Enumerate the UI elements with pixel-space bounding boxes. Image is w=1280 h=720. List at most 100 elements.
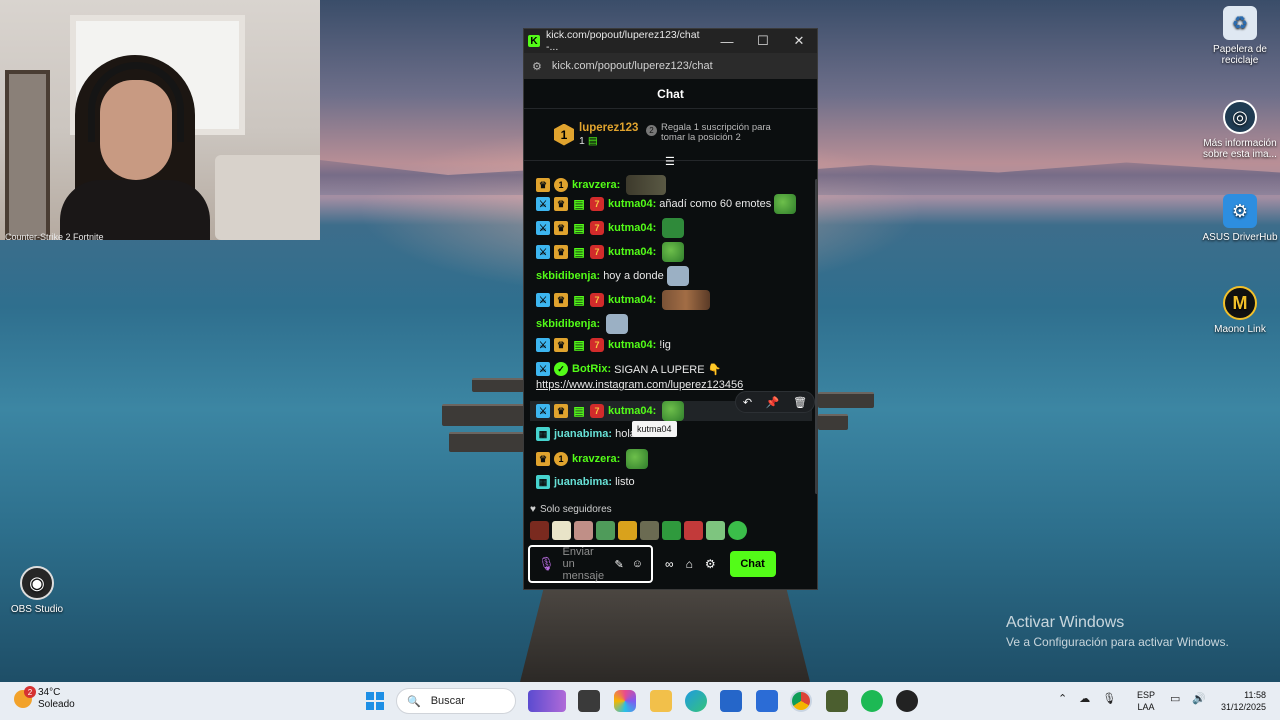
chat-username[interactable]: skbidibenja:	[536, 318, 600, 330]
crown-icon: ♛	[554, 197, 568, 211]
chat-username[interactable]: kutma04:	[608, 198, 656, 210]
task-view-icon[interactable]	[578, 690, 600, 712]
desktop-icon-obs-studio[interactable]: ◉ OBS Studio	[0, 566, 77, 615]
chevron-up-icon[interactable]: ⌃	[1058, 692, 1067, 705]
microphone-icon[interactable]: 🎙	[538, 556, 555, 572]
subscriber-icon: ▤	[573, 404, 585, 418]
cloud-icon[interactable]: ☁	[1079, 692, 1090, 705]
outlook-icon[interactable]	[756, 690, 778, 712]
chat-text: hoy a donde	[603, 270, 664, 282]
site-settings-icon[interactable]: ⚙	[532, 60, 542, 73]
chat-message: ⚔ ♛ ▤ 7 kutma04:	[536, 290, 711, 310]
emote-button[interactable]	[574, 521, 593, 540]
chat-username[interactable]: kravzera:	[572, 179, 620, 191]
sub-icon: ▤	[587, 135, 598, 147]
chat-link[interactable]: https://www.instagram.com/luperez123456	[536, 379, 743, 391]
subscriber-icon: ▤	[573, 221, 585, 235]
store-app-icon[interactable]	[720, 690, 742, 712]
emote-button[interactable]	[596, 521, 615, 540]
chat-username[interactable]: juanabima:	[554, 476, 612, 488]
file-explorer-icon[interactable]	[650, 690, 672, 712]
desktop-icon-mas-informacion[interactable]: ◎ Más información sobre esta ima...	[1200, 100, 1280, 160]
og-badge-icon: 7	[590, 197, 604, 211]
system-tray-right: ▭ 🔊	[1170, 692, 1206, 705]
chat-username[interactable]: kutma04:	[608, 246, 656, 258]
chat-username[interactable]: kutma04:	[608, 222, 656, 234]
chat-header: Chat	[524, 79, 817, 109]
webcam-bed	[215, 155, 320, 240]
delete-icon[interactable]: 🗑	[793, 396, 807, 409]
moderator-sword-icon: ⚔	[536, 404, 550, 418]
moderator-sword-icon: ⚔	[536, 293, 550, 307]
sun-icon: 2	[14, 686, 36, 708]
emote-button[interactable]	[706, 521, 725, 540]
chat-username[interactable]: BotRix:	[572, 363, 611, 375]
desktop-icon-label: Maono Link	[1214, 324, 1266, 335]
start-button[interactable]	[366, 692, 384, 710]
widgets-icon[interactable]	[528, 690, 566, 712]
language-indicator[interactable]: ESP LAA	[1137, 689, 1155, 713]
emoji-icon[interactable]: ☺	[632, 558, 643, 570]
emote-button[interactable]	[662, 521, 681, 540]
window-titlebar: K kick.com/popout/luperez123/chat -... —…	[524, 29, 817, 53]
desktop-icon-asus-driverhub[interactable]: ⚙ ASUS DriverHub	[1200, 194, 1280, 243]
system-clock[interactable]: 11:58 31/12/2025	[1212, 689, 1266, 713]
notification-badge: 2	[24, 686, 36, 698]
network-icon[interactable]: ▭	[1170, 692, 1180, 705]
chat-username[interactable]: kravzera:	[572, 453, 620, 465]
address-bar[interactable]: ⚙ kick.com/popout/luperez123/chat	[524, 53, 817, 79]
weather-widget[interactable]: 2 34°C Soleado	[14, 686, 75, 711]
close-icon[interactable]: ✕	[781, 33, 817, 49]
emote-button[interactable]	[618, 521, 637, 540]
microphone-tray-icon[interactable]: 🎙	[1102, 692, 1116, 705]
expand-leaderboard-icon[interactable]: ☰	[665, 155, 675, 168]
extensions-icon[interactable]: ∞	[665, 557, 674, 571]
settings-gear-icon[interactable]: ⚙	[705, 557, 716, 571]
crown-icon: ♛	[554, 221, 568, 235]
copilot-icon[interactable]	[614, 690, 636, 712]
chat-message: ♛ 1 kravzera:	[536, 449, 649, 469]
emote-button[interactable]	[640, 521, 659, 540]
pier-plank	[818, 414, 848, 430]
volume-icon[interactable]: 🔊	[1192, 692, 1206, 705]
chrome-icon[interactable]	[790, 690, 812, 712]
chat-username[interactable]: skbidibenja:	[536, 270, 600, 282]
emote-button[interactable]	[728, 521, 747, 540]
store-icon[interactable]: ⌂	[686, 557, 693, 571]
chat-username[interactable]: kutma04:	[608, 405, 656, 417]
top-gifter-name[interactable]: luperez123	[579, 122, 638, 135]
edge-icon[interactable]	[685, 690, 707, 712]
chat-message-input[interactable]: 🎙 Enviar un mensaje ✎ ☺	[528, 545, 653, 583]
founder-badge-icon: ▦	[536, 427, 550, 441]
send-chat-button[interactable]: Chat	[729, 551, 776, 577]
taskbar-search[interactable]: 🔍 Buscar	[396, 688, 516, 714]
emote-button[interactable]	[530, 521, 549, 540]
minimize-icon[interactable]: —	[709, 34, 745, 49]
chat-username[interactable]: kutma04:	[608, 294, 656, 306]
webcam-overlay-text: Counter-Strike 2 Fortnite	[5, 232, 104, 242]
reply-icon[interactable]: ↶	[743, 396, 752, 409]
emote-button[interactable]	[552, 521, 571, 540]
chat-text: !ig	[659, 339, 671, 351]
maximize-icon[interactable]: ☐	[745, 33, 781, 49]
og-badge-icon: 7	[590, 338, 604, 352]
app-with-notification-icon[interactable]	[896, 690, 918, 712]
pin-icon[interactable]: 📌	[766, 396, 780, 409]
translate-icon[interactable]: ✎	[615, 558, 624, 571]
game-app-icon[interactable]	[826, 690, 848, 712]
desktop-icon-recycle-bin[interactable]: ♻ Papelera de reciclaje	[1200, 6, 1280, 66]
gift-subscription-prompt[interactable]: 2 Regala 1 suscripción para tomar la pos…	[646, 123, 796, 143]
emote-button[interactable]	[684, 521, 703, 540]
desktop-icon-maono-link[interactable]: M Maono Link	[1200, 286, 1280, 335]
weather-temp: 34°C	[38, 687, 61, 698]
windows-logo-pane	[366, 702, 374, 710]
search-icon: 🔍	[407, 695, 421, 708]
chat-username[interactable]: kutma04:	[608, 339, 656, 351]
moderator-sword-icon: ⚔	[536, 362, 550, 376]
windows-logo-pane	[376, 692, 384, 700]
chat-input-row: 🎙 Enviar un mensaje ✎ ☺ ∞ ⌂ ⚙ Chat	[528, 544, 815, 584]
spotify-icon[interactable]	[861, 690, 883, 712]
tier-badge-icon: 1	[554, 452, 568, 466]
chat-username[interactable]: juanabima:	[554, 428, 612, 440]
chat-scrollbar[interactable]	[815, 179, 817, 494]
